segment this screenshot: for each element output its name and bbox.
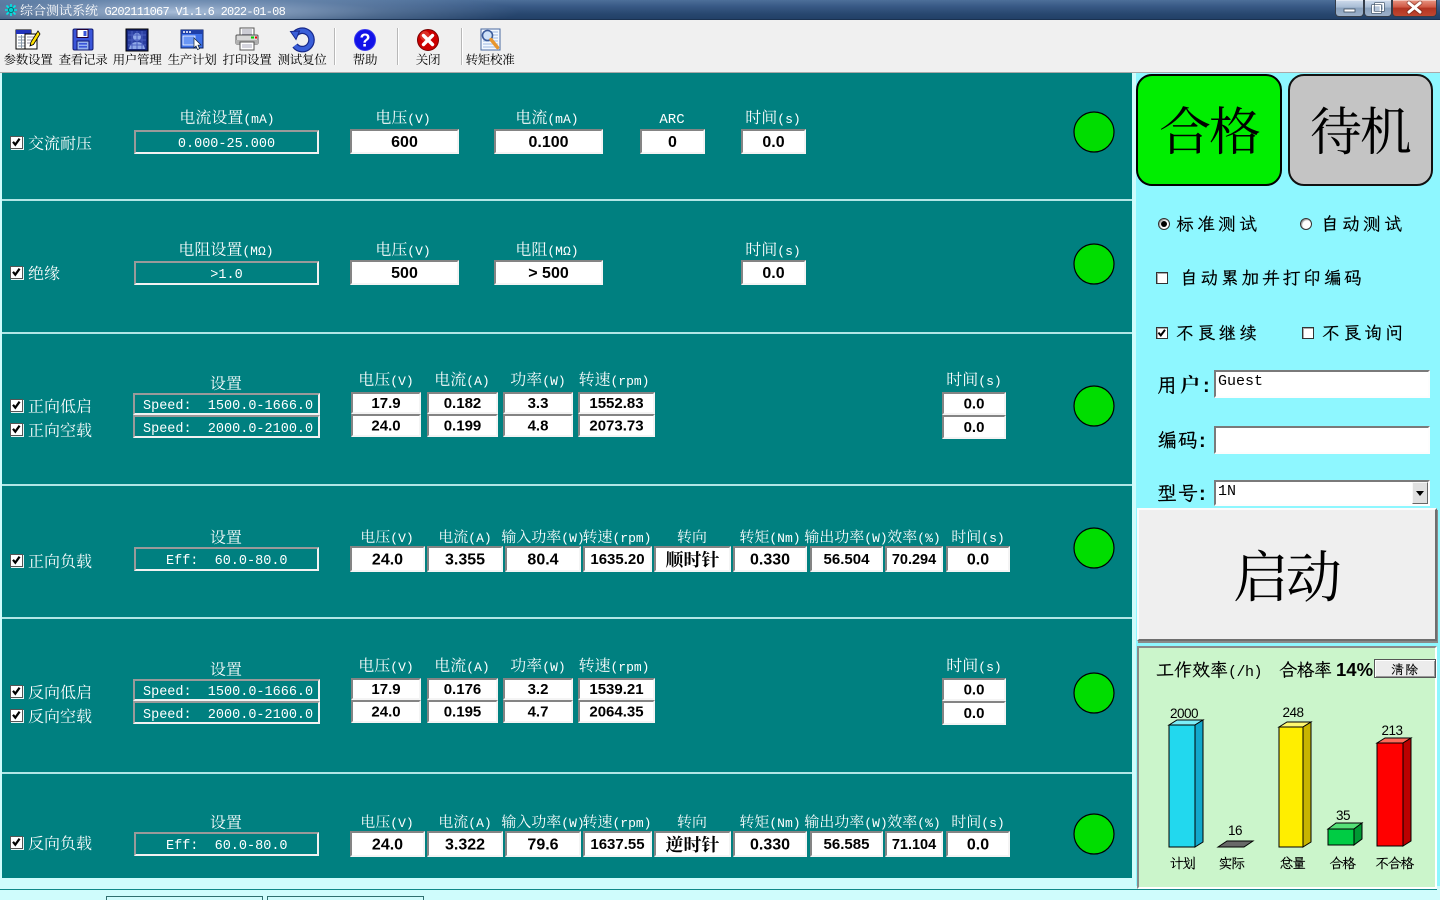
svg-text:?: ? [360, 31, 371, 51]
